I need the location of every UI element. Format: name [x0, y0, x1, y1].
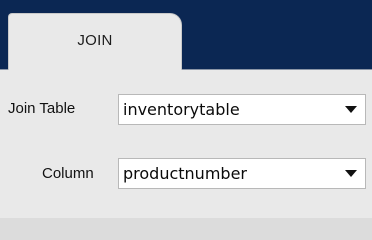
- tab-join-label: JOIN: [77, 32, 113, 49]
- join-table-select[interactable]: inventorytable: [118, 94, 366, 125]
- column-value: productnumber: [123, 164, 247, 183]
- join-panel: Join Table inventorytable Column product…: [0, 70, 372, 218]
- join-table-label: Join Table: [8, 100, 76, 117]
- column-select[interactable]: productnumber: [118, 158, 366, 189]
- chevron-down-icon[interactable]: [337, 159, 365, 188]
- footer-band: [0, 218, 372, 240]
- column-label: Column: [42, 165, 94, 182]
- tab-bar: JOIN: [0, 0, 372, 71]
- join-table-value: inventorytable: [123, 100, 240, 119]
- tab-join[interactable]: JOIN: [8, 13, 182, 71]
- chevron-down-icon[interactable]: [337, 95, 365, 124]
